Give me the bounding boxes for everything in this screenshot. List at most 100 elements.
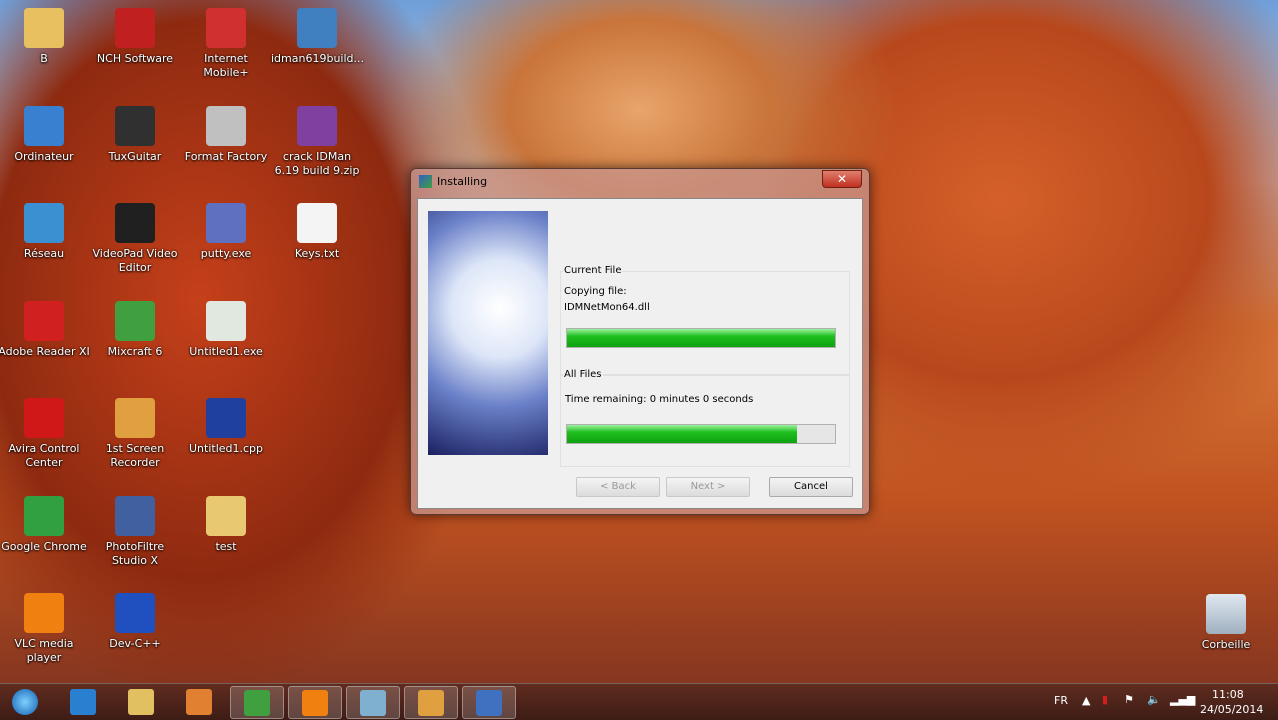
icon-label: Dev-C++: [109, 637, 161, 650]
volume-icon[interactable]: 🔈: [1147, 693, 1161, 706]
dialog-title: Installing: [437, 175, 488, 188]
app-icon: [115, 301, 155, 341]
desktop-icon[interactable]: Internet Mobile+: [180, 8, 272, 80]
cancel-button[interactable]: Cancel: [769, 477, 853, 497]
desktop-icon[interactable]: crack IDMan 6.19 build 9.zip: [271, 106, 363, 178]
desktop-icon[interactable]: PhotoFiltre Studio X: [89, 496, 181, 568]
desktop-icon[interactable]: Untitled1.cpp: [180, 398, 272, 456]
taskbar-vlc[interactable]: [288, 686, 342, 719]
app-icon: [24, 496, 64, 536]
all-files-progress: [566, 424, 836, 444]
desktop-icon[interactable]: putty.exe: [180, 203, 272, 261]
icon-label: putty.exe: [200, 247, 252, 260]
desktop-icon[interactable]: Keys.txt: [271, 203, 363, 261]
desktop-icon[interactable]: idman619build...: [271, 8, 365, 66]
desktop-icon[interactable]: B: [0, 8, 90, 66]
app-icon: [115, 106, 155, 146]
icon-label: idman619build...: [271, 52, 365, 65]
icon-label: Réseau: [23, 247, 65, 260]
network-signal-icon[interactable]: ▂▄▆: [1170, 693, 1195, 706]
taskbar-media-player[interactable]: [172, 686, 226, 719]
start-button[interactable]: [0, 686, 50, 719]
desktop-icon[interactable]: Avira Control Center: [0, 398, 90, 470]
taskbar-screen-recorder[interactable]: [404, 686, 458, 719]
dialog-client: Current File Copying file: IDMNetMon64.d…: [417, 198, 863, 509]
vlc-icon: [302, 690, 328, 716]
taskbar-file-explorer[interactable]: [114, 686, 168, 719]
app-icon: [206, 106, 246, 146]
file-explorer-icon: [128, 689, 154, 715]
app-icon: [206, 8, 246, 48]
internet-explorer-icon: [70, 689, 96, 715]
icon-label: Internet Mobile+: [203, 52, 249, 79]
icon-label: Mixcraft 6: [107, 345, 163, 358]
taskbar: FR ▲ ▮ ⚑ 🔈 ▂▄▆ 11:08 24/05/2014: [0, 683, 1278, 720]
desktop-icon[interactable]: VideoPad Video Editor: [89, 203, 181, 275]
progress-fill: [567, 329, 835, 347]
current-filename: IDMNetMon64.dll: [564, 302, 650, 313]
action-center-flag-icon[interactable]: ⚑: [1124, 693, 1134, 706]
icon-label: Format Factory: [184, 150, 268, 163]
icon-label: Keys.txt: [294, 247, 340, 260]
desktop-icon-recycle-bin[interactable]: Corbeille: [1180, 594, 1272, 652]
notepad-icon: [360, 690, 386, 716]
taskbar-notepad[interactable]: [346, 686, 400, 719]
back-button[interactable]: < Back: [576, 477, 660, 497]
desktop-icon[interactable]: Dev-C++: [89, 593, 181, 651]
icon-label: crack IDMan 6.19 build 9.zip: [274, 150, 360, 177]
desktop-icon[interactable]: Mixcraft 6: [89, 301, 181, 359]
icon-label: VideoPad Video Editor: [92, 247, 178, 274]
icon-label: NCH Software: [96, 52, 174, 65]
app-icon: [24, 8, 64, 48]
app-icon: [297, 106, 337, 146]
desktop-icon[interactable]: Adobe Reader XI: [0, 301, 90, 359]
clock-time[interactable]: 11:08: [1212, 688, 1244, 701]
taskbar-google-chrome[interactable]: [230, 686, 284, 719]
desktop-icon[interactable]: Réseau: [0, 203, 90, 261]
time-remaining: Time remaining: 0 minutes 0 seconds: [565, 394, 754, 405]
taskbar-internet-explorer[interactable]: [56, 686, 110, 719]
close-button[interactable]: ✕: [822, 170, 862, 188]
app-icon: [24, 593, 64, 633]
google-chrome-icon: [244, 690, 270, 716]
icon-label: VLC media player: [14, 637, 74, 664]
progress-fill: [567, 425, 798, 443]
app-icon: [115, 496, 155, 536]
power-icon[interactable]: ▮: [1102, 693, 1108, 706]
app-icon: [115, 593, 155, 633]
installer-dialog: Installing ✕ Current File Copying file: …: [410, 168, 870, 515]
app-icon: [206, 203, 246, 243]
desktop-icon[interactable]: Google Chrome: [0, 496, 90, 554]
current-file-progress: [566, 328, 836, 348]
language-indicator[interactable]: FR: [1054, 694, 1068, 707]
installer-banner-image: [428, 211, 548, 455]
icon-label: Untitled1.exe: [189, 345, 263, 358]
installer-icon: [476, 690, 502, 716]
desktop-icon[interactable]: Untitled1.exe: [180, 301, 272, 359]
app-icon: [206, 301, 246, 341]
icon-label: TuxGuitar: [108, 150, 162, 163]
desktop-icon[interactable]: Format Factory: [180, 106, 272, 164]
screen-recorder-icon: [418, 690, 444, 716]
icon-label: Avira Control Center: [8, 442, 80, 469]
desktop-icon[interactable]: test: [180, 496, 272, 554]
app-icon: [24, 203, 64, 243]
copying-label: Copying file:: [564, 286, 627, 297]
show-hidden-icons[interactable]: ▲: [1082, 694, 1090, 707]
windows-logo-icon: [12, 689, 38, 715]
taskbar-installer[interactable]: [462, 686, 516, 719]
desktop-icon[interactable]: NCH Software: [89, 8, 181, 66]
desktop-icon[interactable]: VLC media player: [0, 593, 90, 665]
next-button[interactable]: Next >: [666, 477, 750, 497]
icon-label: B: [40, 52, 48, 65]
app-icon: [24, 106, 64, 146]
recycle-bin-icon: [1206, 594, 1246, 634]
icon-label: test: [215, 540, 237, 553]
desktop-icon[interactable]: TuxGuitar: [89, 106, 181, 164]
icon-label: 1st Screen Recorder: [105, 442, 165, 469]
clock-date[interactable]: 24/05/2014: [1200, 703, 1263, 716]
app-icon: [297, 203, 337, 243]
app-icon: [115, 8, 155, 48]
desktop-icon[interactable]: 1st Screen Recorder: [89, 398, 181, 470]
desktop-icon[interactable]: Ordinateur: [0, 106, 90, 164]
